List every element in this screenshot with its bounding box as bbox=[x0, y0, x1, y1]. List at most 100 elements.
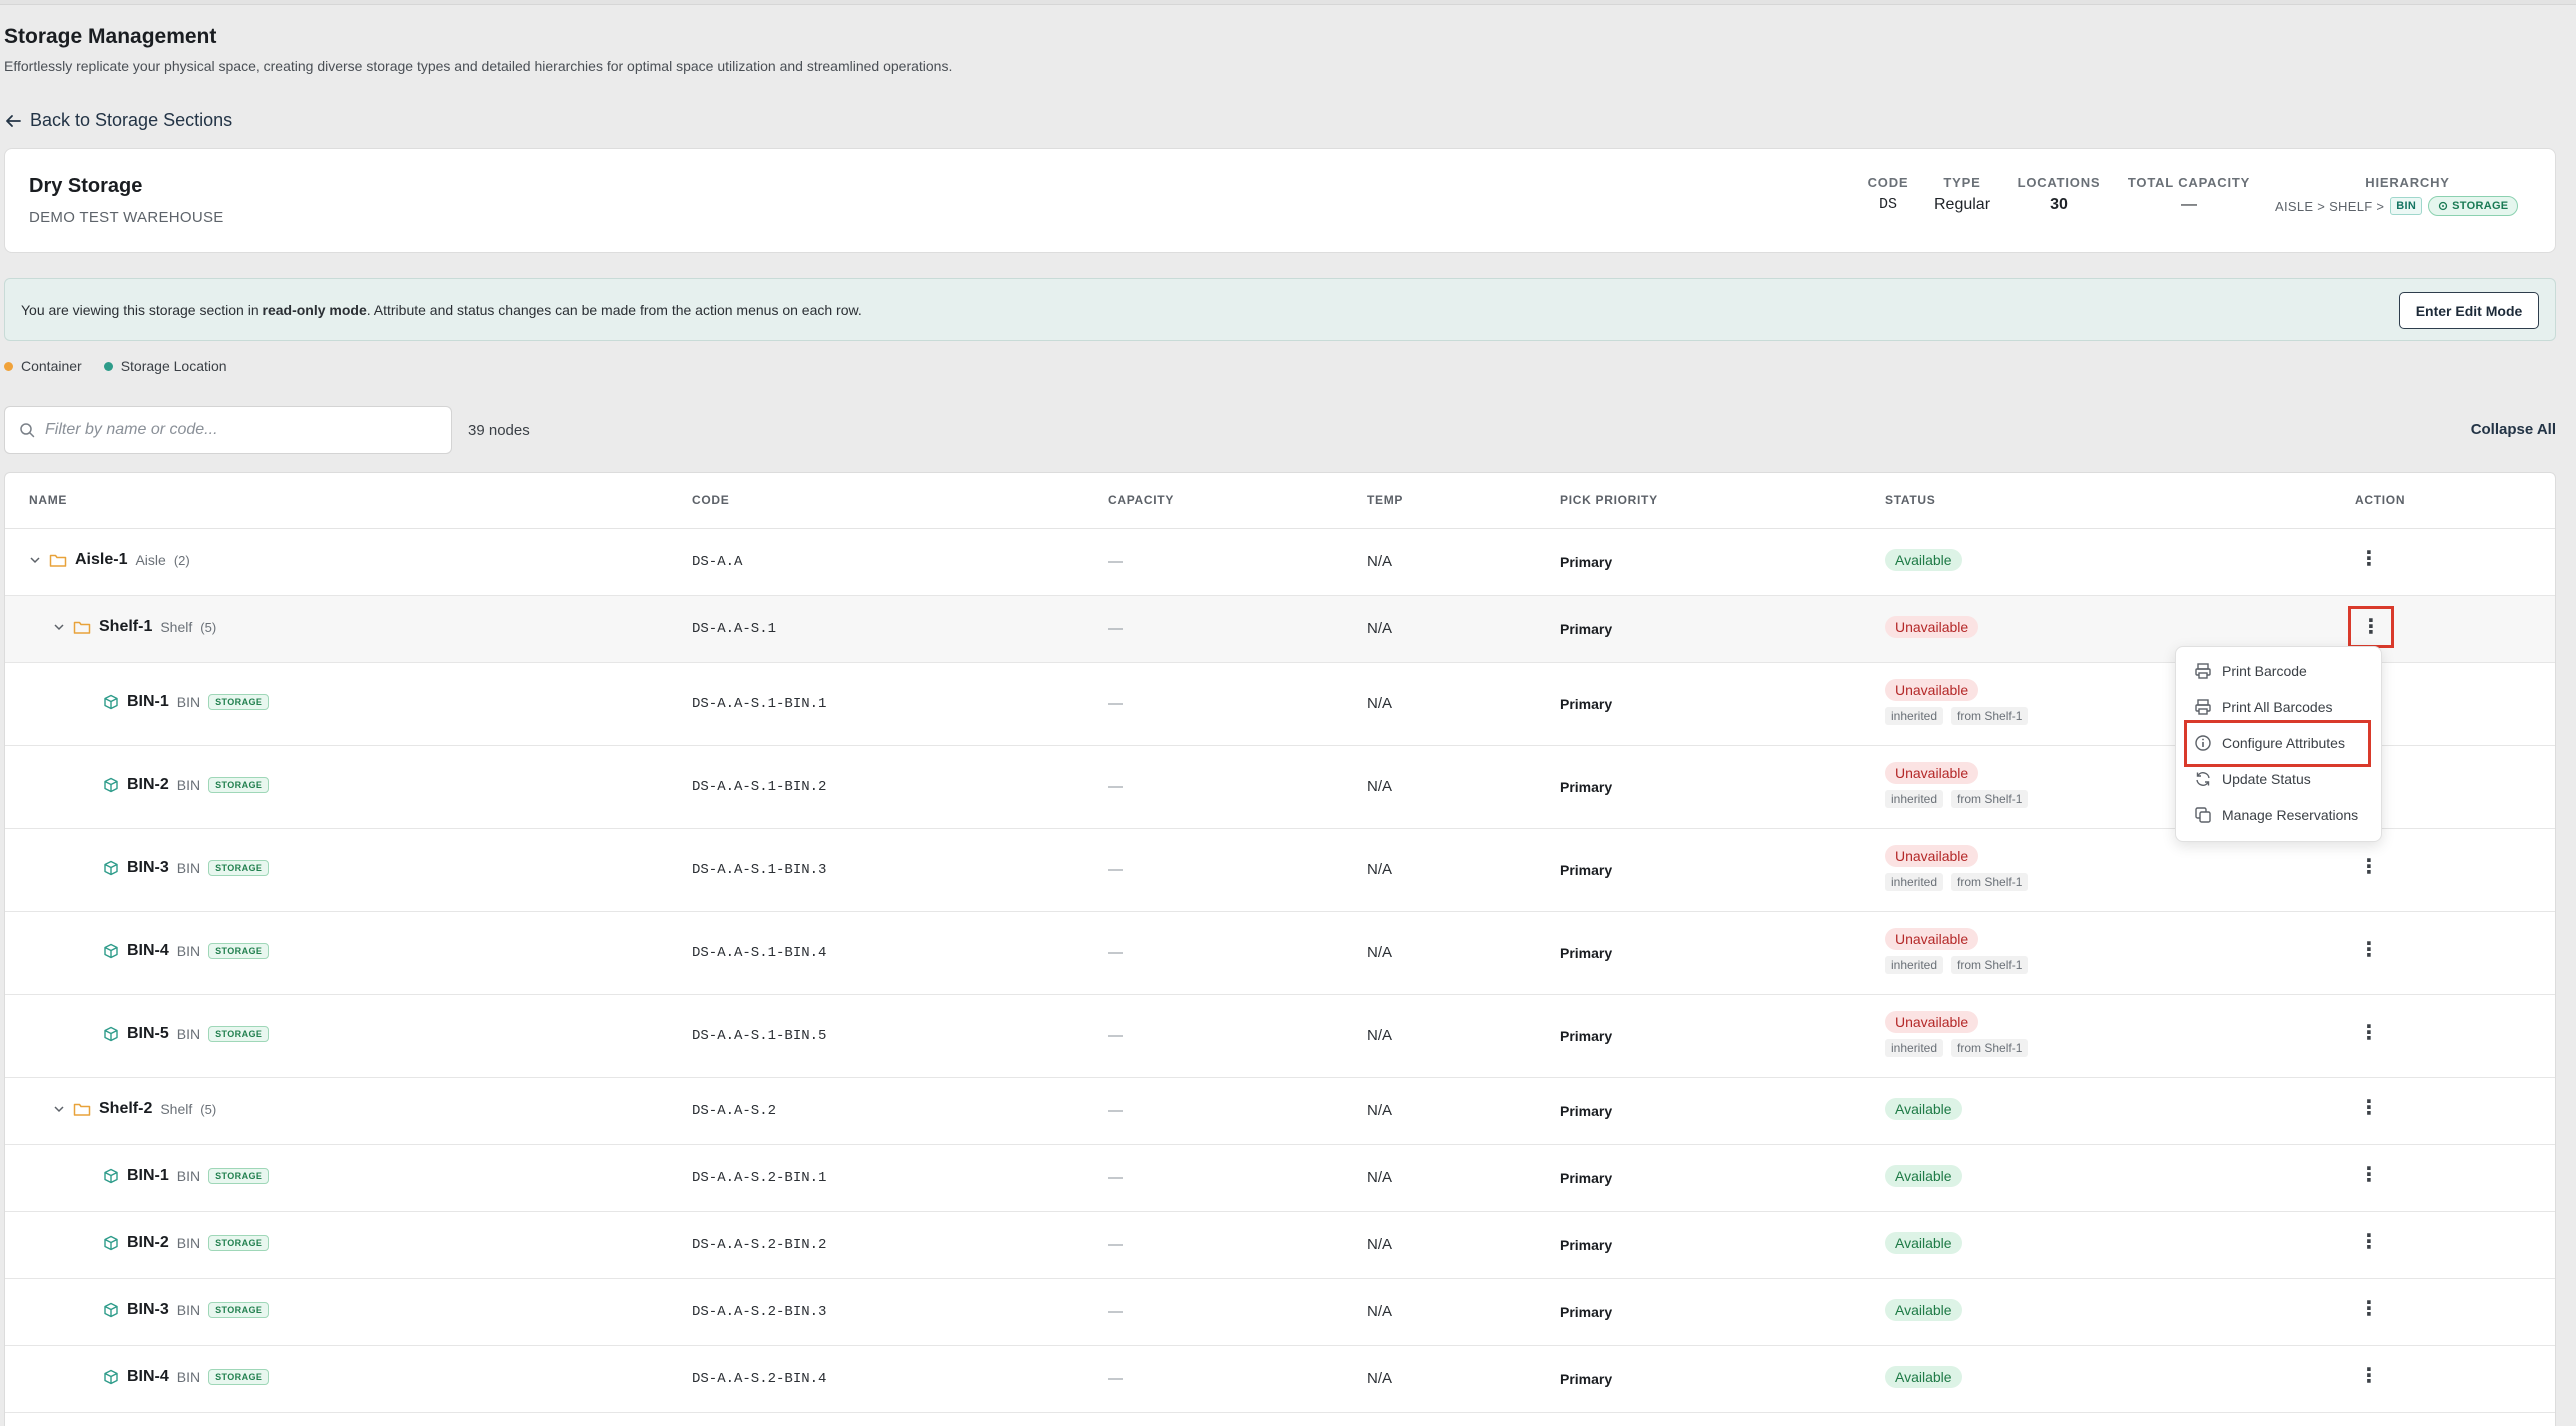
row-type: Shelf bbox=[160, 619, 193, 635]
row-code: DS-A.A-S.2-BIN.1 bbox=[692, 1170, 827, 1186]
box-icon bbox=[103, 1369, 119, 1385]
banner-text-after: . Attribute and status changes can be ma… bbox=[366, 302, 862, 318]
table-row[interactable]: BIN-3 BIN STORAGE DS-A.A-S.2-BIN.3 — N/A… bbox=[5, 1279, 2555, 1346]
row-action-menu-button[interactable]: ⋮ bbox=[2359, 549, 2379, 569]
menu-item-print-all-barcodes[interactable]: Print All Barcodes bbox=[2194, 698, 2333, 716]
table-row[interactable]: Shelf-2 Shelf (5) DS-A.A-S.2 — N/A Prima… bbox=[5, 1078, 2555, 1145]
row-capacity: — bbox=[1108, 944, 1123, 961]
table-row[interactable]: BIN-4 BIN STORAGE DS-A.A-S.2-BIN.4 — N/A… bbox=[5, 1346, 2555, 1413]
storage-tag: STORAGE bbox=[208, 1235, 270, 1251]
chevron-down-icon[interactable] bbox=[53, 1103, 65, 1115]
table-row[interactable]: BIN-5 BIN STORAGE DS-A.A-S.1-BIN.5 — N/A… bbox=[5, 995, 2555, 1078]
filter-box[interactable] bbox=[4, 406, 452, 454]
warehouse-name: DEMO TEST WAREHOUSE bbox=[29, 209, 224, 226]
table-row[interactable]: Shelf-1 Shelf (5) DS-A.A-S.1 — N/A Prima… bbox=[5, 596, 2555, 663]
table-row[interactable]: BIN-1 BIN STORAGE DS-A.A-S.1-BIN.1 — N/A… bbox=[5, 663, 2555, 746]
section-name: Dry Storage bbox=[29, 175, 143, 197]
table-row[interactable]: BIN-3 BIN STORAGE DS-A.A-S.1-BIN.3 — N/A… bbox=[5, 829, 2555, 912]
header-action: ACTION bbox=[2355, 493, 2406, 507]
row-code: DS-A.A-S.1-BIN.5 bbox=[692, 1028, 827, 1044]
more-vertical-icon: ⋮ bbox=[2361, 616, 2381, 638]
menu-item-update-status[interactable]: Update Status bbox=[2194, 770, 2311, 788]
box-icon bbox=[103, 1302, 119, 1318]
row-action-menu-button[interactable]: ⋮ bbox=[2359, 1023, 2379, 1043]
row-action-menu-button[interactable]: ⋮ bbox=[2359, 1098, 2379, 1118]
printer-icon bbox=[2194, 698, 2212, 716]
storage-tag: STORAGE bbox=[208, 943, 270, 959]
table-row[interactable]: BIN-2 BIN STORAGE DS-A.A-S.1-BIN.2 — N/A… bbox=[5, 746, 2555, 829]
hierarchy-bin-chip: BIN bbox=[2390, 197, 2423, 215]
row-type: BIN bbox=[176, 1026, 201, 1042]
row-action-menu-button[interactable]: ⋮ bbox=[2359, 1366, 2379, 1386]
filter-input[interactable] bbox=[45, 421, 435, 439]
row-name: BIN-2 bbox=[127, 1234, 169, 1251]
table-row[interactable]: BIN-4 BIN STORAGE DS-A.A-S.1-BIN.4 — N/A… bbox=[5, 912, 2555, 995]
inherited-label: inherited bbox=[1885, 873, 1944, 891]
header-code: CODE bbox=[692, 493, 730, 507]
row-action-menu-button[interactable]: ⋮ bbox=[2359, 857, 2379, 877]
row-priority: Primary bbox=[1560, 1237, 1613, 1253]
chevron-down-icon[interactable] bbox=[53, 621, 65, 633]
box-icon bbox=[103, 694, 119, 710]
page-subtitle: Effortlessly replicate your physical spa… bbox=[4, 58, 953, 74]
status-inherited: inherited from Shelf-1 bbox=[1885, 956, 2029, 974]
row-action-menu-button[interactable]: ⋮ bbox=[2359, 1299, 2379, 1319]
status-cell: Unavailable bbox=[1885, 616, 1979, 638]
menu-item-print-barcode[interactable]: Print Barcode bbox=[2194, 662, 2307, 680]
meta-capacity: TOTAL CAPACITY — bbox=[2119, 175, 2259, 214]
box-icon bbox=[103, 1168, 119, 1184]
name-cell: BIN-3 BIN STORAGE bbox=[103, 1301, 270, 1319]
row-action-menu-button[interactable]: ⋮ bbox=[2359, 940, 2379, 960]
arrow-left-icon bbox=[4, 112, 22, 130]
back-link-label: Back to Storage Sections bbox=[30, 110, 233, 130]
collapse-all-button[interactable]: Collapse All bbox=[2471, 421, 2556, 438]
row-code: DS-A.A-S.1-BIN.3 bbox=[692, 862, 827, 878]
legend-storage-location-label: Storage Location bbox=[120, 358, 227, 374]
row-count: (5) bbox=[200, 1101, 217, 1117]
status-cell: Unavailable inherited from Shelf-1 bbox=[1885, 679, 2029, 725]
hierarchy-path: AISLE > SHELF > BIN STORAGE bbox=[2275, 196, 2540, 216]
menu-item-manage-reservations[interactable]: Manage Reservations bbox=[2194, 806, 2358, 824]
hierarchy-storage-label: STORAGE bbox=[2452, 200, 2509, 212]
status-badge: Available bbox=[1885, 1366, 1962, 1388]
row-code: DS-A.A-S.1 bbox=[692, 621, 777, 637]
back-link[interactable]: Back to Storage Sections bbox=[4, 110, 232, 131]
menu-item-label: Print Barcode bbox=[2222, 663, 2307, 679]
table-row[interactable]: BIN-1 BIN STORAGE DS-A.A-S.2-BIN.1 — N/A… bbox=[5, 1145, 2555, 1212]
row-priority: Primary bbox=[1560, 696, 1613, 712]
inherited-label: inherited bbox=[1885, 790, 1944, 808]
row-capacity: — bbox=[1108, 1303, 1123, 1320]
name-cell: BIN-2 BIN STORAGE bbox=[103, 776, 270, 794]
meta-hierarchy: HIERARCHY AISLE > SHELF > BIN STORAGE bbox=[2275, 175, 2540, 216]
row-code: DS-A.A-S.2-BIN.3 bbox=[692, 1304, 827, 1320]
row-name: BIN-5 bbox=[127, 1025, 169, 1042]
row-temp: N/A bbox=[1367, 1027, 1393, 1044]
row-type: BIN bbox=[176, 777, 201, 793]
storage-tag: STORAGE bbox=[208, 1026, 270, 1042]
box-icon bbox=[103, 1026, 119, 1042]
row-action-menu-button[interactable]: ⋮ bbox=[2359, 1165, 2379, 1185]
status-inherited: inherited from Shelf-1 bbox=[1885, 790, 2029, 808]
row-priority: Primary bbox=[1560, 1371, 1613, 1387]
name-cell: Shelf-1 Shelf (5) bbox=[53, 618, 216, 636]
header-status: STATUS bbox=[1885, 493, 1936, 507]
row-action-menu-button[interactable]: ⋮ bbox=[2359, 1232, 2379, 1252]
row-capacity: — bbox=[1108, 1169, 1123, 1186]
enter-edit-mode-button[interactable]: Enter Edit Mode bbox=[2399, 292, 2539, 329]
hierarchy-storage-chip: STORAGE bbox=[2428, 196, 2519, 216]
row-priority: Primary bbox=[1560, 1304, 1613, 1320]
status-inherited: inherited from Shelf-1 bbox=[1885, 1039, 2029, 1057]
inherited-label: inherited bbox=[1885, 707, 1944, 725]
row-action-menu-button-active[interactable]: ⋮ bbox=[2348, 606, 2394, 648]
name-cell: BIN-1 BIN STORAGE bbox=[103, 693, 270, 711]
row-name: BIN-3 bbox=[127, 1301, 169, 1318]
configure-attributes-highlight bbox=[2184, 720, 2371, 767]
table-header: NAME CODE CAPACITY TEMP PICK PRIORITY ST… bbox=[5, 473, 2555, 529]
copy-icon bbox=[2194, 806, 2212, 824]
chevron-down-icon[interactable] bbox=[29, 554, 41, 566]
table-row[interactable]: Aisle-1 Aisle (2) DS-A.A — N/A Primary A… bbox=[5, 529, 2555, 596]
table-row[interactable]: BIN-2 BIN STORAGE DS-A.A-S.2-BIN.2 — N/A… bbox=[5, 1212, 2555, 1279]
row-code: DS-A.A-S.2-BIN.4 bbox=[692, 1371, 827, 1387]
row-temp: N/A bbox=[1367, 1370, 1393, 1387]
meta-locations-label: LOCATIONS bbox=[2017, 175, 2101, 190]
